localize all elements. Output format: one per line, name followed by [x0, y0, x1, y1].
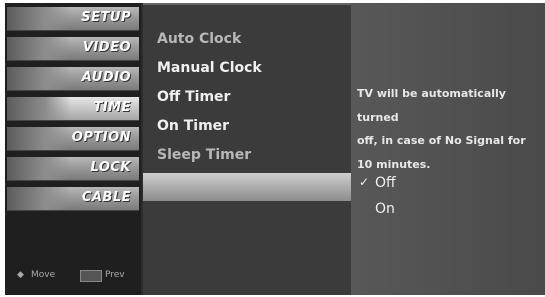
category-video[interactable]: VIDEO: [7, 37, 139, 61]
lock-icon: [7, 157, 71, 180]
option-description: TV will be automatically turned off, in …: [357, 82, 545, 176]
submenu-item-on-timer[interactable]: On Timer: [157, 118, 229, 134]
submenu-item-sleep-timer[interactable]: Sleep Timer: [157, 147, 251, 163]
category-label: LOCK: [90, 160, 131, 175]
prev-label: Prev: [105, 270, 125, 280]
move-arrows-icon: ◆: [17, 270, 24, 280]
key-guide: ◆ Move Prev: [9, 266, 137, 286]
menu-key-icon: [80, 270, 102, 282]
move-label: Move: [31, 270, 56, 280]
tv-menu-screen: SETUP VIDEO AUDIO TIME OPTION LOCK CABLE…: [5, 3, 545, 295]
category-label: VIDEO: [82, 40, 131, 55]
option-label: On: [375, 201, 395, 217]
option-label: Off: [375, 175, 396, 191]
check-icon: ✓: [359, 175, 370, 189]
category-option[interactable]: OPTION: [7, 127, 139, 151]
submenu-panel: Auto Clock Manual Clock Off Timer On Tim…: [143, 3, 351, 295]
category-label: AUDIO: [81, 70, 131, 85]
info-panel: TV will be automatically turned off, in …: [351, 3, 545, 295]
audio-icon: [7, 67, 71, 90]
submenu-highlight: [143, 173, 351, 201]
category-label: SETUP: [81, 10, 131, 25]
category-time[interactable]: TIME: [7, 97, 139, 121]
cable-icon: [7, 187, 71, 210]
category-audio[interactable]: AUDIO: [7, 67, 139, 91]
option-icon: [7, 127, 71, 150]
clock-icon: [7, 97, 71, 120]
category-cable[interactable]: CABLE: [7, 187, 139, 211]
description-line: TV will be automatically turned: [357, 87, 506, 124]
category-label: OPTION: [71, 130, 131, 145]
category-menu: SETUP VIDEO AUDIO TIME OPTION LOCK CABLE…: [5, 3, 141, 295]
video-icon: [7, 37, 71, 60]
description-line: 10 minutes.: [357, 157, 431, 171]
description-line: off, in case of No Signal for: [357, 134, 526, 147]
category-label: TIME: [93, 100, 131, 115]
submenu-item-auto-clock[interactable]: Auto Clock: [157, 31, 241, 47]
category-lock[interactable]: LOCK: [7, 157, 139, 181]
submenu-item-off-timer[interactable]: Off Timer: [157, 89, 230, 105]
category-setup[interactable]: SETUP: [7, 7, 139, 31]
submenu-item-manual-clock[interactable]: Manual Clock: [157, 60, 262, 76]
category-label: CABLE: [81, 190, 131, 205]
setup-icon: [7, 7, 71, 30]
